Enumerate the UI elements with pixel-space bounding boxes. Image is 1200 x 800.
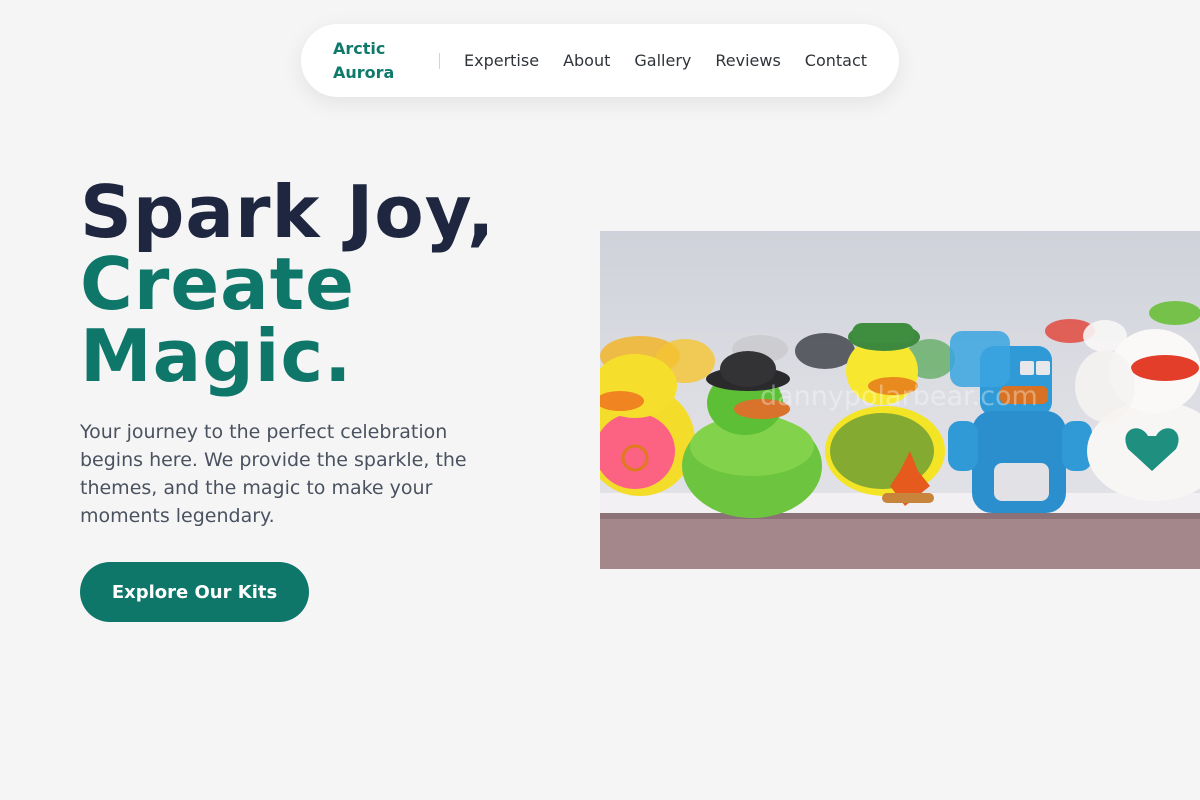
explore-kits-button[interactable]: Explore Our Kits bbox=[80, 562, 309, 622]
nav-link-about[interactable]: About bbox=[563, 51, 610, 70]
hero-description: Your journey to the perfect celebration … bbox=[80, 421, 467, 527]
rubber-ducks-photo: dannypolarbear.com bbox=[600, 231, 1200, 569]
hero-title-line3: Magic. bbox=[80, 314, 353, 398]
image-watermark: dannypolarbear.com bbox=[760, 381, 1038, 412]
brand-logo[interactable]: Arctic Aurora bbox=[333, 37, 407, 85]
hero-title-line2: Create bbox=[80, 242, 356, 326]
nav-links: Expertise About Gallery Reviews Contact bbox=[464, 51, 867, 70]
hero-title-line1: Spark Joy, bbox=[80, 170, 496, 254]
nav-link-contact[interactable]: Contact bbox=[805, 51, 867, 70]
nav-divider bbox=[439, 52, 440, 69]
page: Arctic Aurora Expertise About Gallery Re… bbox=[0, 0, 1200, 800]
nav-link-reviews[interactable]: Reviews bbox=[715, 51, 780, 70]
nav-link-expertise[interactable]: Expertise bbox=[464, 51, 539, 70]
top-nav: Arctic Aurora Expertise About Gallery Re… bbox=[301, 24, 899, 97]
hero-title: Spark Joy, Create Magic. bbox=[80, 176, 495, 392]
nav-link-gallery[interactable]: Gallery bbox=[634, 51, 691, 70]
